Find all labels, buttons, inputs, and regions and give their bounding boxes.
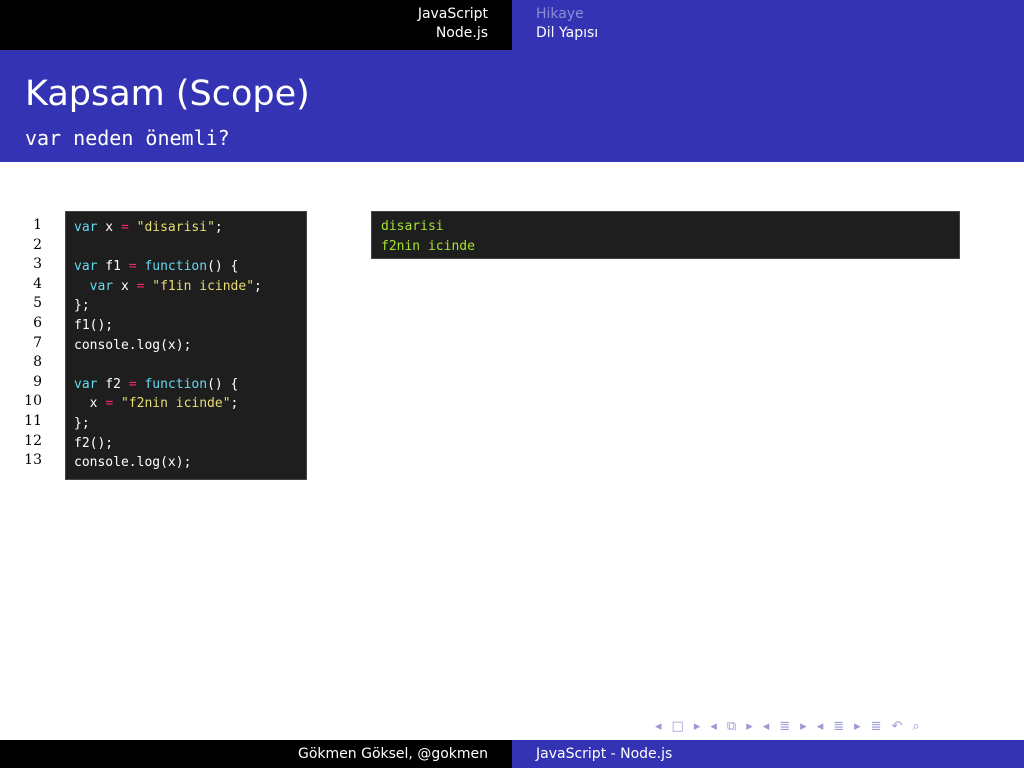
nav-subsection-nodejs[interactable]: Node.js <box>436 24 488 43</box>
code-line: console.log(x); <box>74 455 192 471</box>
footline: Gökmen Göksel, @gokmen JavaScript - Node… <box>0 740 1024 768</box>
code-line: x = "f2nin icinde"; <box>74 396 239 412</box>
appendix-icon[interactable]: ≣ <box>871 719 882 734</box>
section-nav-left: JavaScript Node.js <box>0 0 512 50</box>
code-line: f1(); <box>74 317 114 333</box>
nav-section-hikaye[interactable]: Hikaye <box>536 5 584 24</box>
line-number: 9 <box>33 373 42 390</box>
footer-title: JavaScript - Node.js <box>512 740 1024 768</box>
section-back-icon[interactable]: ◂ <box>763 719 770 734</box>
frame-forward-icon[interactable]: ▸ <box>694 719 701 734</box>
document-back-icon[interactable]: ◂ <box>817 719 824 734</box>
code-line: var f1 = function() { <box>74 259 239 275</box>
line-number: 12 <box>24 432 42 449</box>
undo-icon[interactable]: ↶ <box>892 719 903 734</box>
line-number: 11 <box>24 412 42 429</box>
code-line: var x = "disarisi"; <box>74 220 223 235</box>
section-forward-icon[interactable]: ▸ <box>800 719 807 734</box>
footer-author: Gökmen Göksel, @gokmen <box>0 740 512 768</box>
output-line: disarisi <box>381 219 444 234</box>
line-number: 13 <box>24 452 42 469</box>
line-number: 4 <box>33 275 42 292</box>
document-icon[interactable]: ≣ <box>833 719 844 734</box>
line-number: 10 <box>24 393 42 410</box>
code-line: var f2 = function() { <box>74 376 239 392</box>
code-line: f2(); <box>74 435 114 451</box>
frame-subtitle: var neden önemli? <box>25 126 230 150</box>
section-icon[interactable]: ≣ <box>779 719 790 734</box>
line-number: 6 <box>33 314 42 331</box>
frame-back-icon[interactable]: ◂ <box>655 719 662 734</box>
console-output: disarisi f2nin icinde <box>371 211 960 259</box>
frame-title-band: Kapsam (Scope) var neden önemli? <box>0 50 1024 162</box>
subsection-icon[interactable]: ⧉ <box>727 719 736 734</box>
line-number: 1 <box>33 217 42 233</box>
nav-section-javascript[interactable]: JavaScript <box>418 5 488 24</box>
code-listing: var x = "disarisi"; ​ var f1 = function(… <box>65 211 307 480</box>
line-number: 7 <box>33 334 42 351</box>
subsection-forward-icon[interactable]: ▸ <box>746 719 753 734</box>
nav-subsection-dil-yapisi[interactable]: Dil Yapısı <box>536 24 598 43</box>
beamer-navigation-symbols: ◂ □ ▸ ◂ ⧉ ▸ ◂ ≣ ▸ ◂ ≣ ▸ ≣ ↶ ⌕ <box>655 716 920 736</box>
line-number: 3 <box>33 256 42 273</box>
code-line: var x = "f1in icinde"; <box>89 278 262 294</box>
search-icon[interactable]: ⌕ <box>912 719 919 734</box>
frame-title: Kapsam (Scope) <box>25 74 310 114</box>
code-line: }; <box>74 415 90 431</box>
output-line: f2nin icinde <box>381 238 475 254</box>
frame-icon[interactable]: □ <box>672 719 684 734</box>
subsection-back-icon[interactable]: ◂ <box>710 719 717 734</box>
line-number: 8 <box>33 354 42 371</box>
code-line: console.log(x); <box>74 337 192 353</box>
line-number: 2 <box>33 236 42 253</box>
code-line: ​ <box>74 355 306 375</box>
code-line: ​ <box>74 238 306 258</box>
code-line-numbers: 1 2 3 4 5 6 7 8 9 10 11 12 13 <box>18 216 42 471</box>
section-nav-right: Hikaye Dil Yapısı <box>512 0 1024 50</box>
document-forward-icon[interactable]: ▸ <box>854 719 861 734</box>
line-number: 5 <box>33 295 42 312</box>
code-line: }; <box>74 298 90 314</box>
section-navigation-bar: JavaScript Node.js Hikaye Dil Yapısı <box>0 0 1024 50</box>
